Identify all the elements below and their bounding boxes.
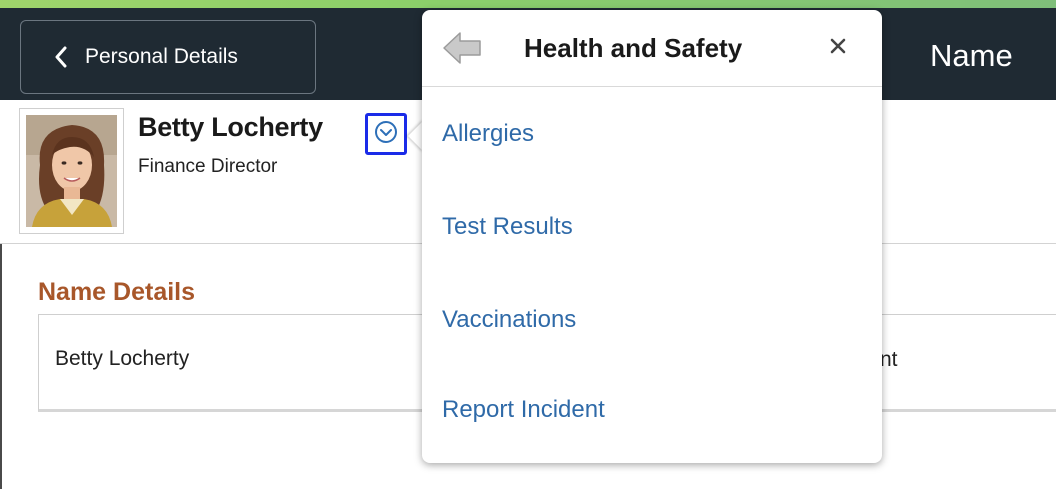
related-actions-button[interactable]	[365, 113, 407, 155]
popup-header: Health and Safety	[422, 10, 882, 87]
back-to-personal-details-button[interactable]: Personal Details	[20, 20, 316, 94]
avatar	[19, 108, 124, 234]
name-value: Betty Locherty	[55, 347, 190, 370]
top-accent-bar	[0, 0, 1056, 8]
partial-detail-text: nt	[880, 348, 898, 371]
menu-item-test-results[interactable]: Test Results	[442, 213, 573, 241]
arrow-left-icon	[440, 32, 484, 72]
menu-item-allergies[interactable]: Allergies	[442, 120, 534, 148]
popup-back-button[interactable]	[440, 28, 484, 68]
section-title-name-details: Name Details	[38, 278, 196, 306]
chevron-down-circle-icon	[374, 120, 398, 149]
close-icon	[830, 38, 846, 59]
person-job-title: Finance Director	[138, 156, 278, 177]
chevron-left-icon	[43, 46, 79, 68]
person-name: Betty Locherty	[138, 112, 323, 142]
menu-item-report-incident[interactable]: Report Incident	[442, 396, 605, 424]
page-title: Name	[930, 38, 1013, 73]
menu-item-vaccinations[interactable]: Vaccinations	[442, 306, 576, 334]
related-actions-popup: Health and Safety Allergies Test Results…	[422, 10, 882, 463]
popup-close-button[interactable]	[826, 36, 850, 60]
back-button-label: Personal Details	[85, 45, 238, 68]
popup-title: Health and Safety	[524, 33, 743, 63]
